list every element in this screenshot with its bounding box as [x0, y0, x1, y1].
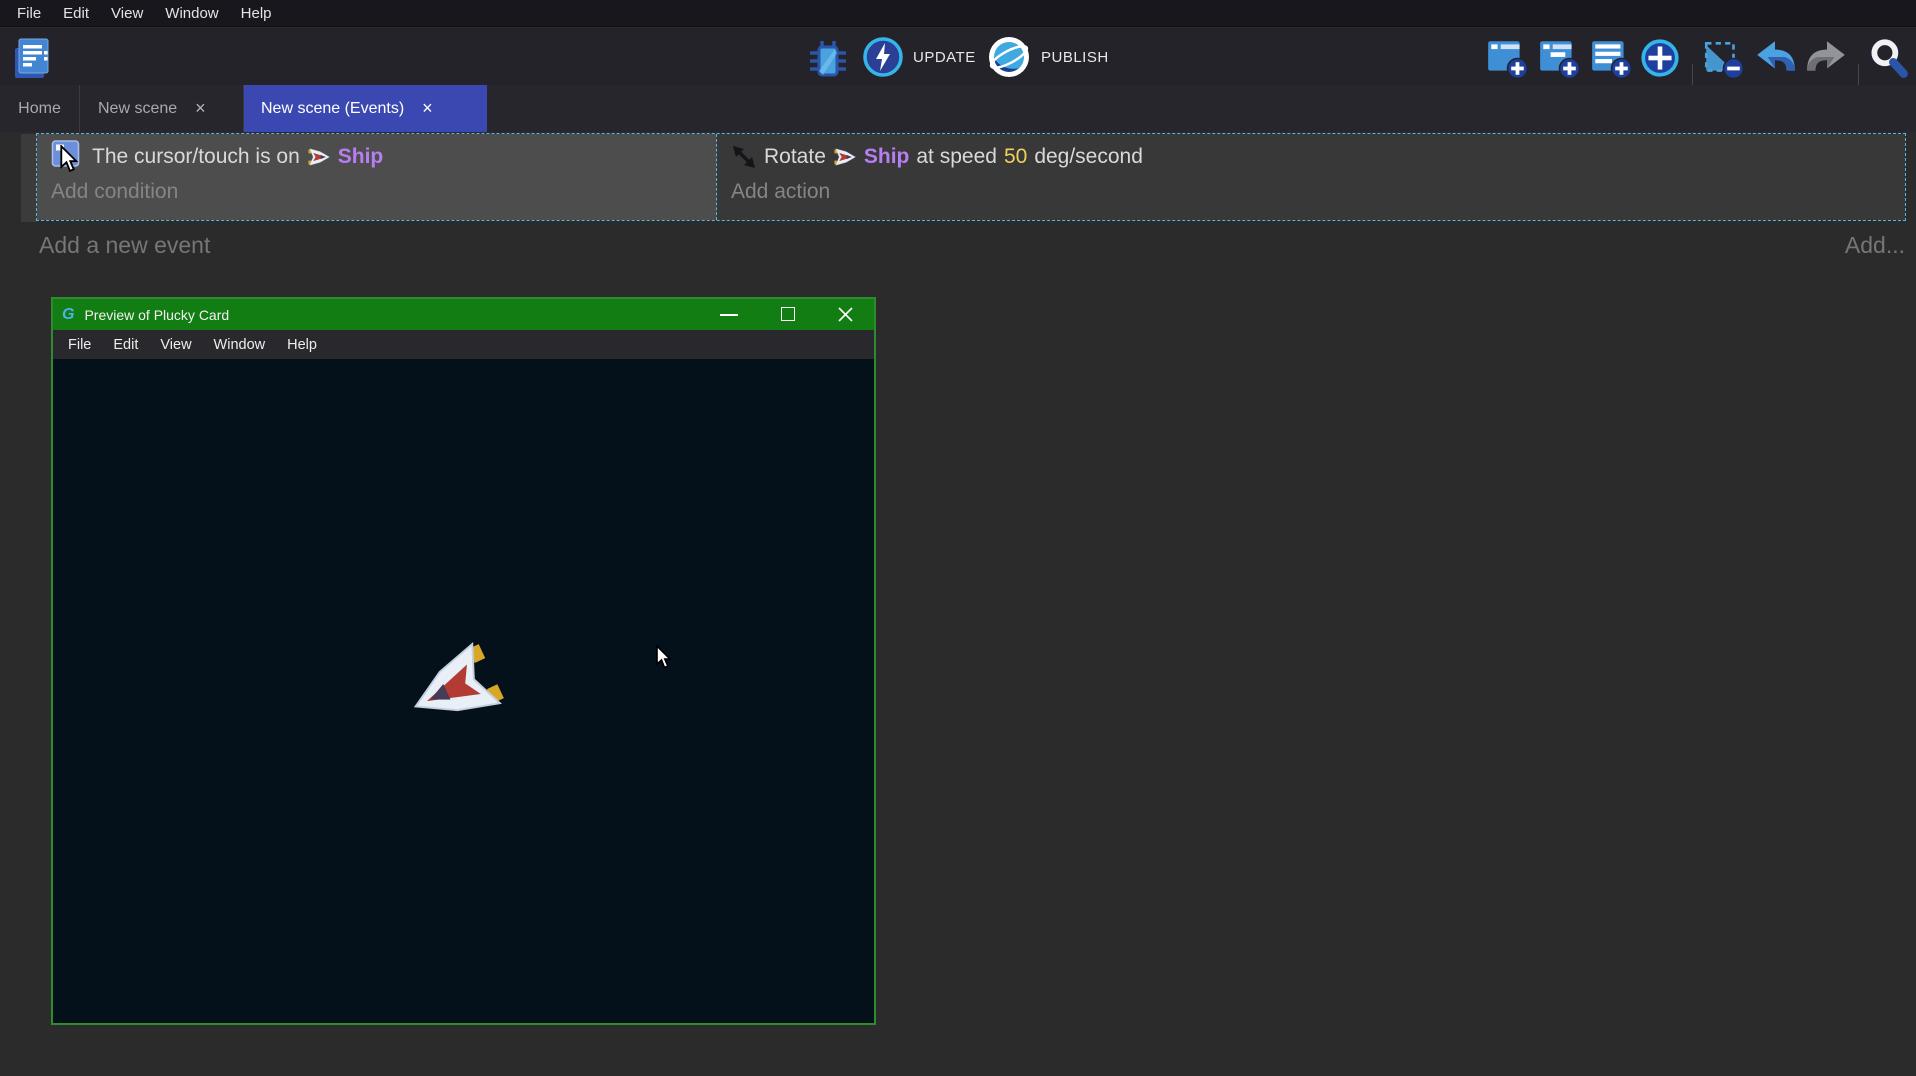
- tab-label: New scene (Events): [244, 100, 418, 118]
- ship-object-icon: [833, 145, 857, 169]
- publish-button[interactable]: PUBLISH: [986, 34, 1109, 80]
- minimize-icon[interactable]: [720, 314, 738, 316]
- update-button[interactable]: UPDATE: [862, 36, 976, 78]
- tab-close-icon[interactable]: ×: [418, 98, 447, 119]
- tab-new-scene[interactable]: New scene ×: [80, 85, 244, 132]
- preview-menu-bar: File Edit View Window Help: [53, 330, 874, 359]
- event-actions-cell[interactable]: Rotate Ship at speed 50 deg/second Add a…: [716, 134, 1905, 220]
- add-new-event-button[interactable]: Add a new event: [39, 232, 210, 259]
- tab-label: Home: [4, 100, 75, 118]
- game-canvas[interactable]: [53, 359, 874, 1023]
- menu-view[interactable]: View: [100, 5, 154, 22]
- redo-icon[interactable]: [1805, 36, 1849, 80]
- undo-icon[interactable]: [1753, 36, 1797, 80]
- menu-file[interactable]: File: [6, 5, 52, 22]
- update-icon: [862, 36, 904, 78]
- update-label: UPDATE: [913, 49, 976, 66]
- add-action-button[interactable]: Add action: [731, 180, 830, 204]
- action-verb: Rotate: [764, 145, 826, 169]
- preview-menu-file[interactable]: File: [57, 337, 102, 353]
- menu-window[interactable]: Window: [154, 5, 229, 22]
- event-gutter: [21, 134, 37, 222]
- project-manager-icon[interactable]: [10, 36, 54, 82]
- action-unit-text: deg/second: [1034, 145, 1143, 169]
- tab-new-scene-events[interactable]: New scene (Events) ×: [244, 85, 487, 132]
- cursor-on-object-icon: [51, 139, 85, 175]
- debug-icon[interactable]: [805, 39, 851, 81]
- action-object-name: Ship: [864, 145, 910, 169]
- preview-window: G Preview of Plucky Card File Edit View …: [51, 297, 876, 1025]
- action-connector-text: at speed: [916, 145, 997, 169]
- ship-sprite: [389, 625, 517, 753]
- add-button[interactable]: Add...: [1845, 232, 1905, 259]
- add-comment-icon[interactable]: [1589, 36, 1633, 80]
- add-condition-button[interactable]: Add condition: [51, 180, 178, 204]
- main-toolbar: UPDATE PUBLISH: [0, 28, 1916, 85]
- preview-window-title: Preview of Plucky Card: [84, 307, 229, 323]
- condition-object-name: Ship: [338, 145, 384, 169]
- editor-tab-bar: Home New scene × New scene (Events) ×: [0, 85, 1916, 132]
- tab-close-icon[interactable]: ×: [191, 98, 220, 119]
- add-more-icon[interactable]: [1638, 36, 1682, 80]
- condition-text: The cursor/touch is on: [92, 145, 300, 169]
- rotate-action-icon: [731, 144, 757, 170]
- gdevelop-logo-icon: G: [62, 306, 74, 324]
- menu-edit[interactable]: Edit: [52, 5, 100, 22]
- add-subevent-icon[interactable]: [1537, 36, 1581, 80]
- add-event-icon[interactable]: [1485, 36, 1529, 80]
- publish-label: PUBLISH: [1041, 49, 1109, 66]
- action-text-line[interactable]: Rotate Ship at speed 50 deg/second: [731, 139, 1150, 175]
- action-value: 50: [1004, 145, 1027, 169]
- event-conditions-cell[interactable]: The cursor/touch is on Ship Add conditio…: [37, 134, 716, 220]
- tab-home[interactable]: Home: [0, 85, 80, 132]
- menu-help[interactable]: Help: [230, 5, 283, 22]
- publish-icon: [986, 34, 1032, 80]
- close-icon[interactable]: [837, 306, 854, 323]
- preview-menu-window[interactable]: Window: [203, 337, 277, 353]
- preview-menu-view[interactable]: View: [149, 337, 202, 353]
- ship-object-icon: [307, 145, 331, 169]
- mouse-cursor: [655, 645, 675, 671]
- deselect-icon[interactable]: [1701, 36, 1745, 80]
- condition-text-line[interactable]: The cursor/touch is on Ship: [51, 139, 390, 175]
- preview-menu-edit[interactable]: Edit: [102, 337, 149, 353]
- event-row[interactable]: The cursor/touch is on Ship Add conditio…: [37, 134, 1905, 220]
- tab-label: New scene: [80, 100, 191, 118]
- search-icon[interactable]: [1866, 36, 1910, 80]
- preview-title-bar[interactable]: G Preview of Plucky Card: [53, 299, 874, 330]
- app-menu-bar: File Edit View Window Help: [0, 0, 1916, 27]
- preview-menu-help[interactable]: Help: [276, 337, 328, 353]
- maximize-icon[interactable]: [781, 307, 795, 321]
